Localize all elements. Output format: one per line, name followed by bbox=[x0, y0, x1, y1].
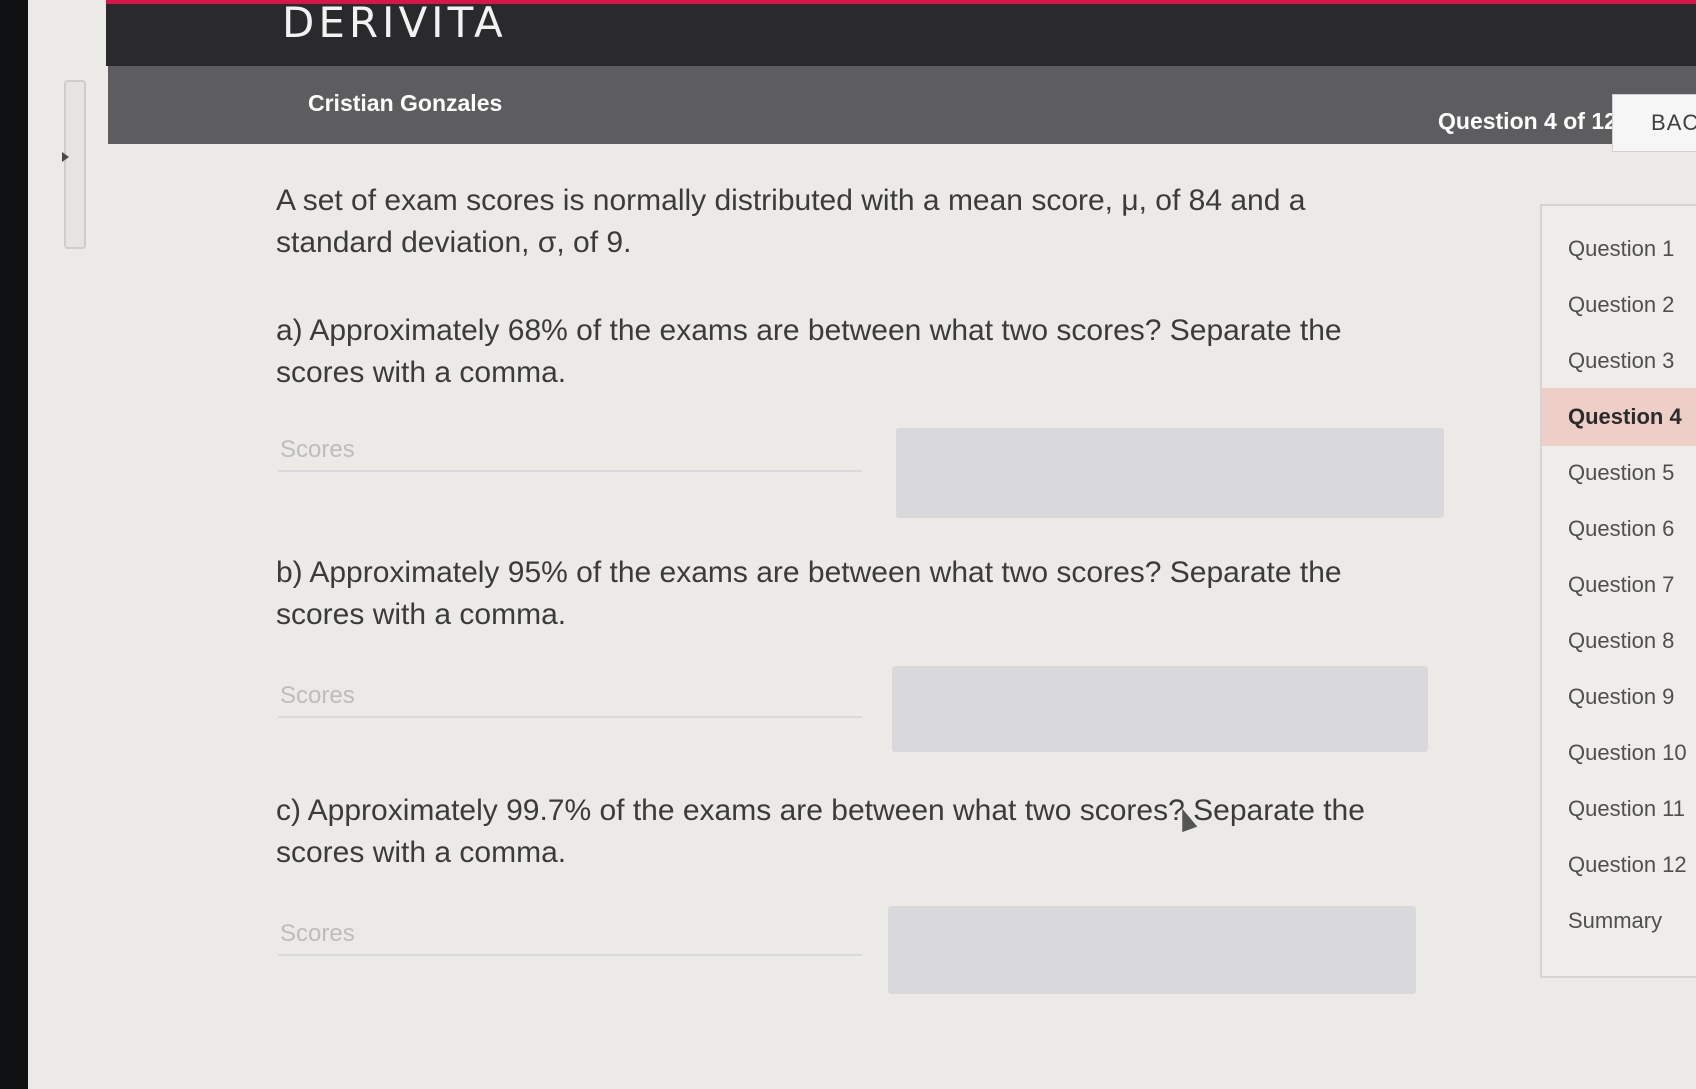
part-b-line2: scores with a comma. bbox=[276, 598, 567, 631]
nav-item-question-1[interactable]: Question 1 bbox=[1542, 220, 1696, 278]
part-b-scores-input[interactable] bbox=[278, 676, 862, 718]
expand-arrow-icon[interactable] bbox=[62, 152, 69, 162]
question-counter: Question 4 of 12 bbox=[1438, 108, 1617, 134]
part-c-line2: scores with a comma. bbox=[276, 836, 567, 869]
question-content: A set of exam scores is normally distrib… bbox=[276, 180, 1444, 994]
question-prompt-line1: A set of exam scores is normally distrib… bbox=[276, 184, 1306, 217]
nav-item-question-3[interactable]: Question 3 bbox=[1542, 332, 1696, 390]
back-button[interactable]: BACK bbox=[1612, 94, 1696, 152]
nav-item-question-11[interactable]: Question 11 bbox=[1542, 780, 1696, 838]
nav-item-question-2[interactable]: Question 2 bbox=[1542, 276, 1696, 334]
part-a-line1: a) Approximately 68% of the exams are be… bbox=[276, 314, 1342, 347]
nav-item-question-9[interactable]: Question 9 bbox=[1542, 668, 1696, 726]
user-name: Cristian Gonzales bbox=[308, 90, 503, 116]
part-a: a) Approximately 68% of the exams are be… bbox=[276, 310, 1444, 518]
part-a-text: a) Approximately 68% of the exams are be… bbox=[276, 310, 1436, 394]
part-c-feedback-box bbox=[888, 906, 1416, 994]
nav-item-summary[interactable]: Summary bbox=[1542, 892, 1696, 950]
side-panel-handle[interactable] bbox=[64, 80, 86, 249]
part-b: b) Approximately 95% of the exams are be… bbox=[276, 552, 1436, 752]
user-bar: Cristian Gonzales Question 4 of 12 BACK bbox=[108, 66, 1696, 152]
nav-item-question-10[interactable]: Question 10 bbox=[1542, 724, 1696, 782]
brand-bar: DERIVITA bbox=[106, 4, 1696, 66]
part-c-text: c) Approximately 99.7% of the exams are … bbox=[276, 790, 1436, 874]
nav-item-question-4[interactable]: Question 4 bbox=[1542, 388, 1696, 446]
part-a-feedback-box bbox=[896, 428, 1444, 518]
part-a-line2: scores with a comma. bbox=[276, 356, 567, 389]
part-c-scores-input[interactable] bbox=[278, 914, 862, 956]
nav-item-question-6[interactable]: Question 6 bbox=[1542, 500, 1696, 558]
screen: DERIVITA Cristian Gonzales Question 4 of… bbox=[28, 0, 1696, 1089]
part-c-line1: c) Approximately 99.7% of the exams are … bbox=[276, 794, 1365, 827]
part-c: c) Approximately 99.7% of the exams are … bbox=[276, 790, 1436, 994]
nav-item-question-5[interactable]: Question 5 bbox=[1542, 444, 1696, 502]
nav-item-question-12[interactable]: Question 12 bbox=[1542, 836, 1696, 894]
question-prompt: A set of exam scores is normally distrib… bbox=[276, 180, 1436, 264]
nav-item-question-8[interactable]: Question 8 bbox=[1542, 612, 1696, 670]
part-b-feedback-box bbox=[892, 666, 1428, 752]
question-prompt-line2: standard deviation, σ, of 9. bbox=[276, 226, 632, 259]
brand-logo[interactable]: DERIVITA bbox=[282, 4, 507, 47]
part-a-scores-input[interactable] bbox=[278, 430, 862, 472]
part-b-line1: b) Approximately 95% of the exams are be… bbox=[276, 556, 1342, 589]
nav-item-question-7[interactable]: Question 7 bbox=[1542, 556, 1696, 614]
question-nav: Question 1 Question 2 Question 3 Question 4… bbox=[1540, 204, 1696, 978]
part-b-text: b) Approximately 95% of the exams are be… bbox=[276, 552, 1436, 636]
